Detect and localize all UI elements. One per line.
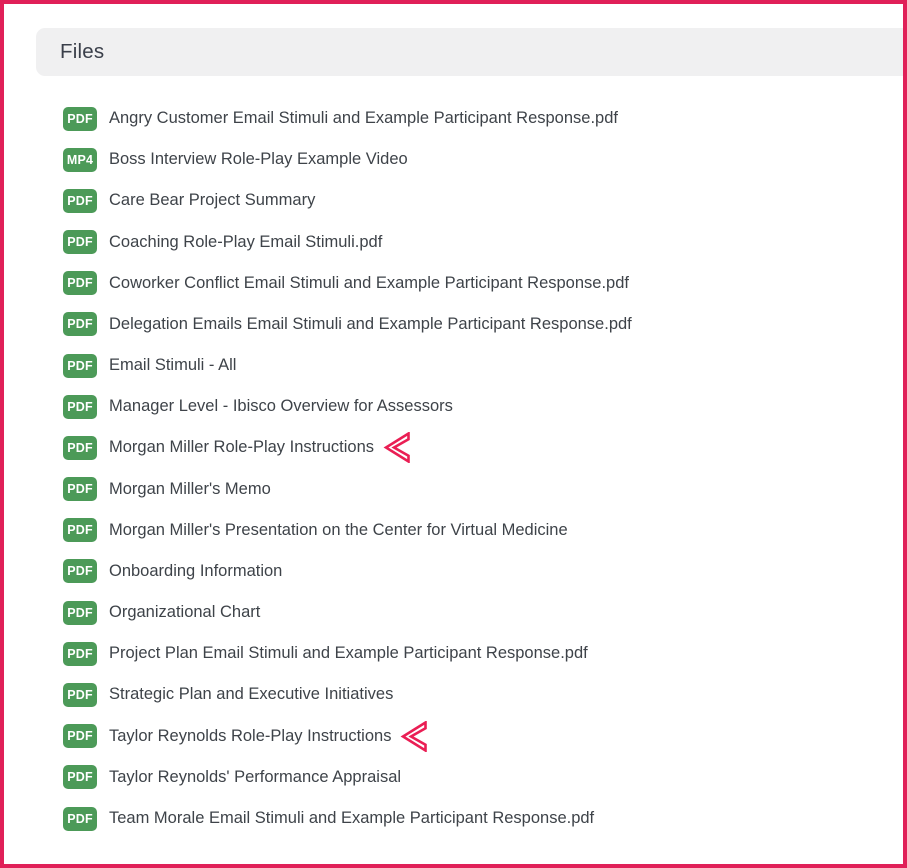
file-row[interactable]: PDF Email Stimuli - All bbox=[4, 345, 903, 386]
file-row[interactable]: PDF Manager Level - Ibisco Overview for … bbox=[4, 386, 903, 427]
file-title-link[interactable]: Team Morale Email Stimuli and Example Pa… bbox=[109, 809, 594, 828]
file-row[interactable]: PDF Strategic Plan and Executive Initiat… bbox=[4, 674, 903, 715]
file-type-badge: MP4 bbox=[63, 148, 97, 172]
file-row[interactable]: PDF Taylor Reynolds' Performance Apprais… bbox=[4, 757, 903, 798]
file-row[interactable]: PDF Angry Customer Email Stimuli and Exa… bbox=[4, 98, 903, 139]
file-title-link[interactable]: Coaching Role-Play Email Stimuli.pdf bbox=[109, 233, 382, 252]
file-row[interactable]: PDF Organizational Chart bbox=[4, 592, 903, 633]
file-title-link[interactable]: Manager Level - Ibisco Overview for Asse… bbox=[109, 397, 453, 416]
file-row[interactable]: PDF Coworker Conflict Email Stimuli and … bbox=[4, 263, 903, 304]
file-title-link[interactable]: Onboarding Information bbox=[109, 562, 282, 581]
file-type-badge: PDF bbox=[63, 559, 97, 583]
file-row[interactable]: PDF Onboarding Information bbox=[4, 551, 903, 592]
file-title-link[interactable]: Project Plan Email Stimuli and Example P… bbox=[109, 644, 588, 663]
file-type-badge: PDF bbox=[63, 477, 97, 501]
file-type-badge: PDF bbox=[63, 642, 97, 666]
file-row[interactable]: PDF Team Morale Email Stimuli and Exampl… bbox=[4, 798, 903, 839]
file-row[interactable]: PDF Coaching Role-Play Email Stimuli.pdf bbox=[4, 222, 903, 263]
file-type-badge: PDF bbox=[63, 601, 97, 625]
file-type-badge: PDF bbox=[63, 436, 97, 460]
file-title-link[interactable]: Taylor Reynolds' Performance Appraisal bbox=[109, 768, 401, 787]
file-title-link[interactable]: Boss Interview Role-Play Example Video bbox=[109, 150, 408, 169]
file-row[interactable]: PDF Morgan Miller's Memo bbox=[4, 469, 903, 510]
file-list: PDF Angry Customer Email Stimuli and Exa… bbox=[4, 98, 903, 839]
file-title-link[interactable]: Organizational Chart bbox=[109, 603, 260, 622]
file-row[interactable]: PDF Morgan Miller Role-Play Instructions bbox=[4, 427, 903, 468]
file-type-badge: PDF bbox=[63, 765, 97, 789]
file-title-link[interactable]: Morgan Miller's Memo bbox=[109, 480, 271, 499]
file-title-link[interactable]: Angry Customer Email Stimuli and Example… bbox=[109, 109, 618, 128]
file-type-badge: PDF bbox=[63, 107, 97, 131]
file-title-link[interactable]: Care Bear Project Summary bbox=[109, 191, 315, 210]
files-header-bar: Files bbox=[36, 28, 903, 76]
file-type-badge: PDF bbox=[63, 271, 97, 295]
file-title-link[interactable]: Strategic Plan and Executive Initiatives bbox=[109, 685, 393, 704]
file-row[interactable]: PDF Project Plan Email Stimuli and Examp… bbox=[4, 633, 903, 674]
file-type-badge: PDF bbox=[63, 395, 97, 419]
file-title-link[interactable]: Taylor Reynolds Role-Play Instructions bbox=[109, 727, 391, 746]
file-row[interactable]: PDF Delegation Emails Email Stimuli and … bbox=[4, 304, 903, 345]
file-row[interactable]: PDF Morgan Miller's Presentation on the … bbox=[4, 510, 903, 551]
file-row[interactable]: MP4 Boss Interview Role-Play Example Vid… bbox=[4, 139, 903, 180]
file-type-badge: PDF bbox=[63, 312, 97, 336]
file-row[interactable]: PDF Taylor Reynolds Role-Play Instructio… bbox=[4, 716, 903, 757]
file-title-link[interactable]: Email Stimuli - All bbox=[109, 356, 236, 375]
file-title-link[interactable]: Coworker Conflict Email Stimuli and Exam… bbox=[109, 274, 629, 293]
file-title-link[interactable]: Delegation Emails Email Stimuli and Exam… bbox=[109, 315, 632, 334]
file-type-badge: PDF bbox=[63, 189, 97, 213]
left-double-chevron-icon bbox=[400, 721, 427, 752]
file-type-badge: PDF bbox=[63, 518, 97, 542]
file-type-badge: PDF bbox=[63, 354, 97, 378]
file-type-badge: PDF bbox=[63, 807, 97, 831]
file-type-badge: PDF bbox=[63, 230, 97, 254]
file-type-badge: PDF bbox=[63, 724, 97, 748]
file-row[interactable]: PDF Care Bear Project Summary bbox=[4, 180, 903, 221]
file-type-badge: PDF bbox=[63, 683, 97, 707]
left-double-chevron-icon bbox=[383, 432, 410, 463]
page-title: Files bbox=[60, 40, 104, 64]
file-title-link[interactable]: Morgan Miller's Presentation on the Cent… bbox=[109, 521, 568, 540]
file-title-link[interactable]: Morgan Miller Role-Play Instructions bbox=[109, 438, 374, 457]
